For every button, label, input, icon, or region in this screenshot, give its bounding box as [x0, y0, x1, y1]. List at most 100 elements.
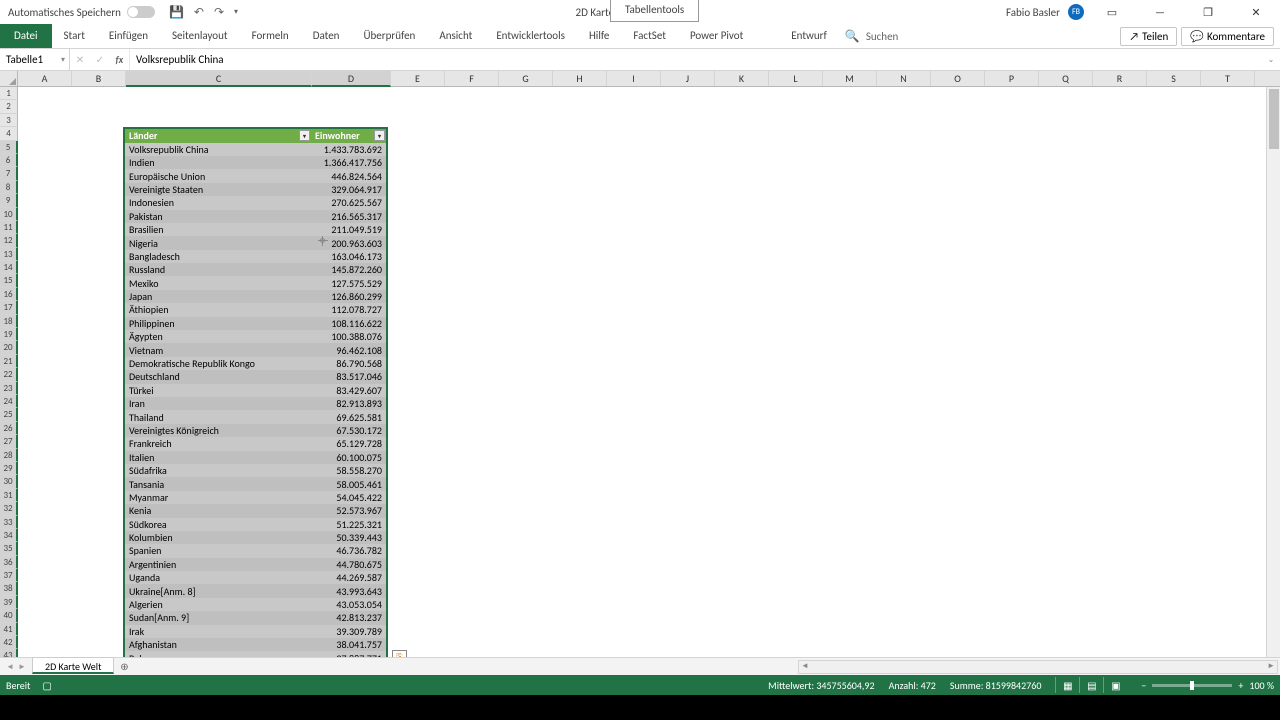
row-header[interactable]: 15: [0, 274, 18, 287]
row-header[interactable]: 16: [0, 288, 18, 301]
column-header-Q[interactable]: Q: [1039, 71, 1093, 86]
filter-button-laender[interactable]: [299, 130, 310, 141]
vertical-scrollbar[interactable]: [1266, 87, 1280, 657]
cell-population[interactable]: 1.366.417.756: [311, 156, 386, 169]
table-row[interactable]: Italien60.100.075: [125, 451, 386, 464]
table-row[interactable]: Indien1.366.417.756: [125, 156, 386, 169]
autosave-toggle[interactable]: [127, 6, 155, 18]
table-row[interactable]: Spanien46.736.782: [125, 544, 386, 557]
table-row[interactable]: Mexiko127.575.529: [125, 276, 386, 289]
cell-country[interactable]: Algerien: [125, 598, 311, 611]
formula-expand-icon[interactable]: ⌄: [1262, 49, 1280, 70]
cell-population[interactable]: 108.116.622: [311, 317, 386, 330]
cell-population[interactable]: 127.575.529: [311, 276, 386, 289]
row-header[interactable]: 39: [0, 596, 18, 609]
table-row[interactable]: Iran82.913.893: [125, 397, 386, 410]
column-header-A[interactable]: A: [18, 71, 72, 86]
cell-population[interactable]: 145.872.260: [311, 263, 386, 276]
column-header-D[interactable]: D: [312, 71, 391, 87]
cell-country[interactable]: Irak: [125, 625, 311, 638]
column-header-M[interactable]: M: [823, 71, 877, 86]
table-row[interactable]: Myanmar54.045.422: [125, 491, 386, 504]
row-header[interactable]: 41: [0, 623, 18, 636]
cell-country[interactable]: Uganda: [125, 571, 311, 584]
table-row[interactable]: Vereinigte Staaten329.064.917: [125, 183, 386, 196]
cell-population[interactable]: 82.913.893: [311, 397, 386, 410]
column-header-F[interactable]: F: [445, 71, 499, 86]
cell-population[interactable]: 43.053.054: [311, 598, 386, 611]
column-header-J[interactable]: J: [661, 71, 715, 86]
tab-factset[interactable]: FactSet: [621, 24, 678, 48]
table-row[interactable]: Afghanistan38.041.757: [125, 638, 386, 651]
table-row[interactable]: Uganda44.269.587: [125, 571, 386, 584]
cell-population[interactable]: 43.993.643: [311, 584, 386, 597]
row-header[interactable]: 24: [0, 395, 18, 408]
cell-population[interactable]: 163.046.173: [311, 250, 386, 263]
row-header[interactable]: 21: [0, 355, 18, 368]
view-pagelayout-icon[interactable]: ▤: [1079, 677, 1103, 693]
cell-country[interactable]: Indien: [125, 156, 311, 169]
horizontal-scrollbar[interactable]: [798, 660, 1278, 674]
select-all-corner[interactable]: [0, 71, 18, 86]
row-header[interactable]: 26: [0, 422, 18, 435]
table-row[interactable]: Japan126.860.299: [125, 290, 386, 303]
sheet-prev-icon[interactable]: ◄: [6, 662, 14, 672]
cell-country[interactable]: Philippinen: [125, 317, 311, 330]
cell-country[interactable]: Nigeria: [125, 236, 311, 249]
tab-daten[interactable]: Daten: [301, 24, 352, 48]
save-icon[interactable]: 💾: [169, 5, 184, 20]
cell-country[interactable]: Iran: [125, 397, 311, 410]
table-row[interactable]: Sudan[Anm. 9]42.813.237: [125, 611, 386, 624]
row-header[interactable]: 12: [0, 234, 18, 247]
cell-population[interactable]: 37.887.771: [311, 651, 386, 657]
redo-icon[interactable]: ↷: [214, 5, 224, 20]
cell-country[interactable]: Italien: [125, 451, 311, 464]
cell-country[interactable]: Kenia: [125, 504, 311, 517]
table-row[interactable]: Südafrika58.558.270: [125, 464, 386, 477]
table-row[interactable]: Vereinigtes Königreich67.530.172: [125, 424, 386, 437]
row-header[interactable]: 36: [0, 556, 18, 569]
row-header[interactable]: 4: [0, 127, 18, 140]
tab-entwicklertools[interactable]: Entwicklertools: [484, 24, 577, 48]
ribbon-display-icon[interactable]: ▭: [1092, 1, 1132, 23]
row-header[interactable]: 23: [0, 382, 18, 395]
cell-country[interactable]: Vereinigte Staaten: [125, 183, 311, 196]
cell-country[interactable]: Demokratische Republik Kongo: [125, 357, 311, 370]
cell-country[interactable]: Polen: [125, 651, 311, 657]
row-header[interactable]: 13: [0, 248, 18, 261]
tab-powerpivot[interactable]: Power Pivot: [678, 24, 755, 48]
cell-country[interactable]: Spanien: [125, 544, 311, 557]
cell-country[interactable]: Brasilien: [125, 223, 311, 236]
column-header-K[interactable]: K: [715, 71, 769, 86]
cell-country[interactable]: Europäische Union: [125, 169, 311, 182]
row-header[interactable]: 33: [0, 516, 18, 529]
row-header[interactable]: 7: [0, 167, 18, 180]
sheet-tab-active[interactable]: 2D Karte Welt: [32, 657, 114, 674]
row-header[interactable]: 10: [0, 208, 18, 221]
table-row[interactable]: Bangladesch163.046.173: [125, 250, 386, 263]
share-button[interactable]: ↗Teilen: [1120, 27, 1177, 46]
tab-start[interactable]: Start: [52, 24, 97, 48]
tab-hilfe[interactable]: Hilfe: [577, 24, 621, 48]
row-header[interactable]: 28: [0, 449, 18, 462]
row-header[interactable]: 8: [0, 181, 18, 194]
comments-button[interactable]: 💬Kommentare: [1181, 27, 1274, 46]
cell-country[interactable]: Russland: [125, 263, 311, 276]
row-header[interactable]: 6: [0, 154, 18, 167]
cell-country[interactable]: Indonesien: [125, 196, 311, 209]
cell-country[interactable]: Frankreich: [125, 437, 311, 450]
view-normal-icon[interactable]: ▦: [1055, 677, 1079, 693]
row-header[interactable]: 18: [0, 315, 18, 328]
cell-country[interactable]: Vietnam: [125, 343, 311, 356]
cell-country[interactable]: Südkorea: [125, 518, 311, 531]
table-row[interactable]: Ukraine[Anm. 8]43.993.643: [125, 584, 386, 597]
table-row[interactable]: Volksrepublik China1.433.783.692: [125, 143, 386, 156]
name-box[interactable]: Tabelle1: [0, 49, 70, 70]
cell-country[interactable]: Türkei: [125, 384, 311, 397]
cell-population[interactable]: 38.041.757: [311, 638, 386, 651]
table-row[interactable]: Russland145.872.260: [125, 263, 386, 276]
cell-population[interactable]: 83.517.046: [311, 370, 386, 383]
cell-country[interactable]: Äthiopien: [125, 303, 311, 316]
cell-population[interactable]: 126.860.299: [311, 290, 386, 303]
table-row[interactable]: Tansania58.005.461: [125, 477, 386, 490]
